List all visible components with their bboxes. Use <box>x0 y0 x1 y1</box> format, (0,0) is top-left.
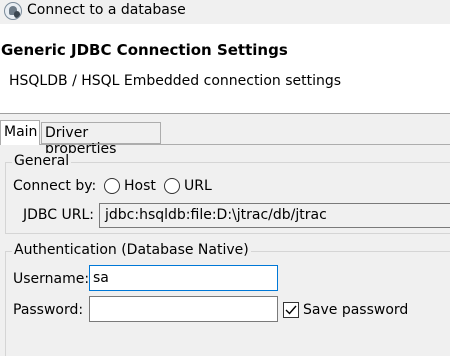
password-label: Password: <box>13 302 84 318</box>
username-input[interactable] <box>89 265 278 291</box>
checkmark-icon <box>285 305 297 315</box>
host-radio-label[interactable]: Host <box>124 178 156 194</box>
url-radio[interactable] <box>164 178 180 194</box>
window-title: Connect to a database <box>27 2 186 18</box>
save-password-checkbox[interactable] <box>283 302 299 318</box>
general-legend: General <box>12 153 72 169</box>
jdbc-url-label: JDBC URL: <box>23 207 94 223</box>
jdbc-url-field[interactable]: jdbc:hsqldb:file:D:\jtrac/db/jtrac <box>99 203 450 228</box>
header-divider <box>0 113 450 114</box>
tab-driver-properties[interactable]: Driver properties <box>41 122 161 157</box>
tab-main[interactable]: Main <box>0 120 40 145</box>
dialog-header: Generic JDBC Connection Settings HSQLDB … <box>0 24 450 114</box>
page-title: Generic JDBC Connection Settings <box>1 41 288 59</box>
page-subtitle: HSQLDB / HSQL Embedded connection settin… <box>9 73 342 89</box>
window-titlebar: Connect to a database <box>0 0 450 24</box>
authentication-legend: Authentication (Database Native) <box>12 242 251 258</box>
connect-by-label: Connect by: <box>13 178 97 194</box>
url-radio-label[interactable]: URL <box>184 178 212 194</box>
tab-bar: Main Driver properties <box>0 120 450 157</box>
save-password-label[interactable]: Save password <box>303 302 408 318</box>
main-tab-panel: General Connect by: Host URL JDBC URL: j… <box>0 145 450 356</box>
host-radio[interactable] <box>104 178 120 194</box>
database-icon <box>4 2 22 20</box>
username-label: Username: <box>13 271 90 287</box>
password-input[interactable] <box>89 296 278 322</box>
